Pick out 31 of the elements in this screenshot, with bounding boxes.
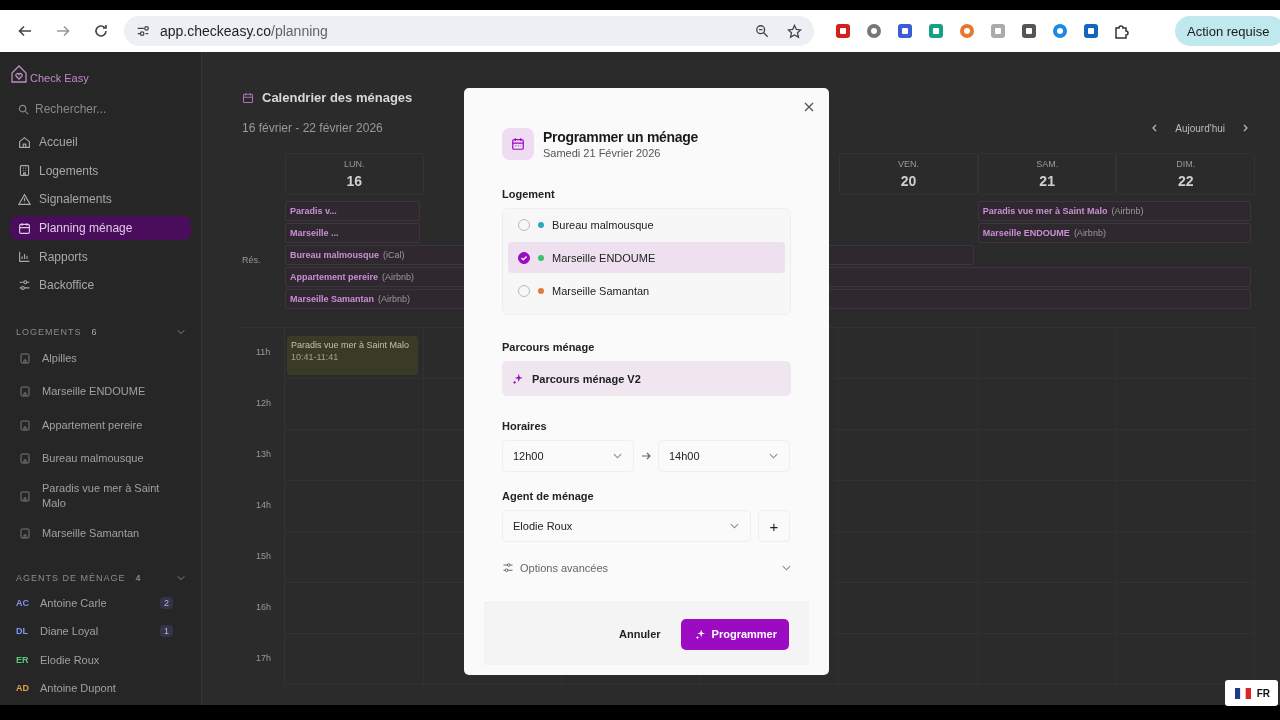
hour-label: 15h bbox=[242, 532, 285, 583]
agent-initials: AD bbox=[16, 683, 30, 694]
hour-label: 14h bbox=[242, 481, 285, 532]
hour-label: 13h bbox=[242, 430, 285, 481]
hour-label: 12h bbox=[242, 379, 285, 430]
agent-initials: AC bbox=[16, 597, 30, 608]
field-label: Parcours ménage bbox=[502, 341, 596, 353]
dialog-subtitle: Samedi 21 Février 2026 bbox=[543, 147, 662, 159]
field-label: Logement bbox=[502, 188, 556, 200]
section-count: 4 bbox=[135, 572, 141, 583]
hour-label: 16h bbox=[242, 583, 285, 634]
hour-label: 17h bbox=[242, 634, 285, 685]
logo-text: Check Easy bbox=[30, 72, 89, 84]
reservations-label: Rés. bbox=[242, 255, 262, 265]
section-count: 6 bbox=[91, 327, 97, 338]
dialog-title: Programmer un ménage bbox=[543, 129, 699, 145]
day-header: VEN. 20 bbox=[839, 153, 978, 195]
section-title: LOGEMENTS bbox=[16, 327, 82, 338]
day-header: SAM. 21 bbox=[977, 153, 1117, 195]
hour-label: 11h bbox=[242, 328, 285, 379]
agent-initials: DL bbox=[16, 626, 29, 637]
field-label: Horaires bbox=[502, 420, 548, 432]
section-title: AGENTS DE MÉNAGE bbox=[16, 572, 126, 583]
day-header: LUN. 16 bbox=[285, 153, 424, 195]
agent-initials: ER bbox=[16, 654, 30, 665]
agent-count: 1 bbox=[160, 625, 173, 638]
date-range: 16 février - 22 février 2026 bbox=[242, 121, 383, 135]
agent-count: 2 bbox=[160, 596, 173, 609]
field-label: Agent de ménage bbox=[502, 490, 595, 502]
day-header: DIM. 22 bbox=[1116, 153, 1255, 195]
calendar-title: Calendrier des ménages bbox=[262, 90, 413, 105]
